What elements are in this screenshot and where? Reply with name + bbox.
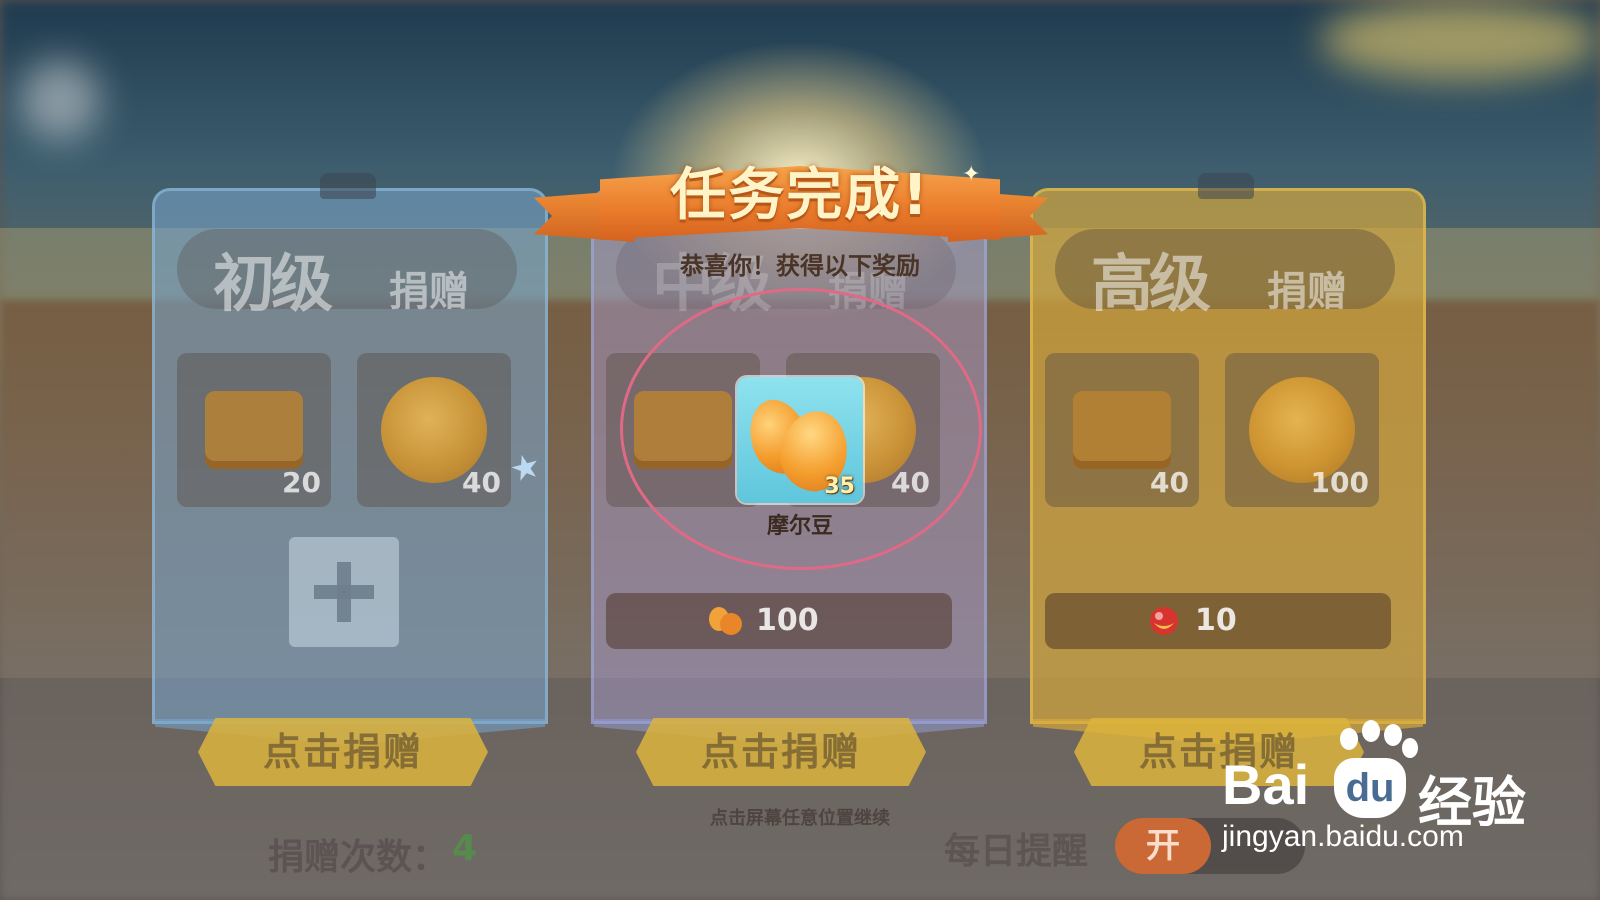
treasure-chest-icon: [1073, 391, 1171, 469]
blurred-moon: [20, 60, 100, 140]
slot-count: 100: [1310, 466, 1369, 499]
donation-cost: 10: [1045, 593, 1391, 649]
add-item-button[interactable]: [289, 537, 399, 647]
donate-button-intermediate[interactable]: 点击捐赠: [636, 718, 926, 786]
card-title: 初级 捐赠: [177, 229, 517, 320]
donation-card-basic: 初级 捐赠 20 40: [152, 173, 548, 745]
card-clip: [1198, 173, 1254, 199]
slot-count: 20: [282, 466, 321, 499]
reward-item-tile[interactable]: 35: [737, 377, 863, 503]
donation-card-advanced: 高级 捐赠 40 100 10: [1030, 173, 1426, 745]
watermark-url: jingyan.baidu.com: [1222, 820, 1464, 853]
reward-slot-chest[interactable]: 20: [177, 353, 331, 507]
reward-name: 摩尔豆: [766, 514, 833, 539]
card-clip: [320, 173, 376, 199]
card-title-sub: 捐赠: [389, 269, 469, 315]
sparkle-icon: ✦: [876, 206, 888, 222]
reward-slot-coin[interactable]: 40: [357, 353, 511, 507]
donate-count-label: 捐赠次数：: [268, 837, 449, 878]
donation-cost: 100: [606, 593, 952, 649]
daily-reminder-label: 每日提醒: [944, 831, 1089, 872]
watermark-bai: Bai: [1222, 753, 1310, 816]
baidu-jingyan-watermark: Bai du 经验 jingyan.baidu.com: [1222, 720, 1582, 858]
slot-count: 40: [462, 466, 501, 499]
red-gem-icon: [1150, 607, 1178, 635]
paw-icon: [1340, 728, 1358, 750]
slot-count: 40: [1150, 466, 1189, 499]
treasure-chest-icon: [205, 391, 303, 469]
popup-title: 任务完成!: [670, 163, 930, 228]
reward-slot-coin[interactable]: 100: [1225, 353, 1379, 507]
card-title-main: 初级: [213, 247, 333, 320]
blurred-light: [1320, 0, 1600, 80]
card-title: 高级 捐赠: [1055, 229, 1395, 320]
popup-subtitle: 恭喜你！获得以下奖励: [680, 252, 920, 280]
donate-count-value: 4: [452, 828, 478, 869]
card-title-sub: 捐赠: [1267, 269, 1347, 315]
reward-slot-chest[interactable]: 40: [1045, 353, 1199, 507]
reward-quantity: 35: [824, 474, 855, 499]
cost-value: 100: [756, 603, 819, 638]
toggle-state: 开: [1115, 818, 1211, 874]
continue-hint: 点击屏幕任意位置继续: [710, 808, 890, 829]
cost-value: 10: [1195, 603, 1237, 638]
sparkle-icon: ✦: [962, 162, 981, 187]
donate-button-basic[interactable]: 点击捐赠: [198, 718, 488, 786]
card-title-main: 高级: [1091, 247, 1211, 320]
mole-bean-icon: [709, 607, 742, 635]
game-scene[interactable]: 初级 捐赠 20 40 中级 捐赠 40 100 高级 捐赠 40 100 10…: [0, 0, 1600, 900]
watermark-du: du: [1334, 758, 1406, 818]
